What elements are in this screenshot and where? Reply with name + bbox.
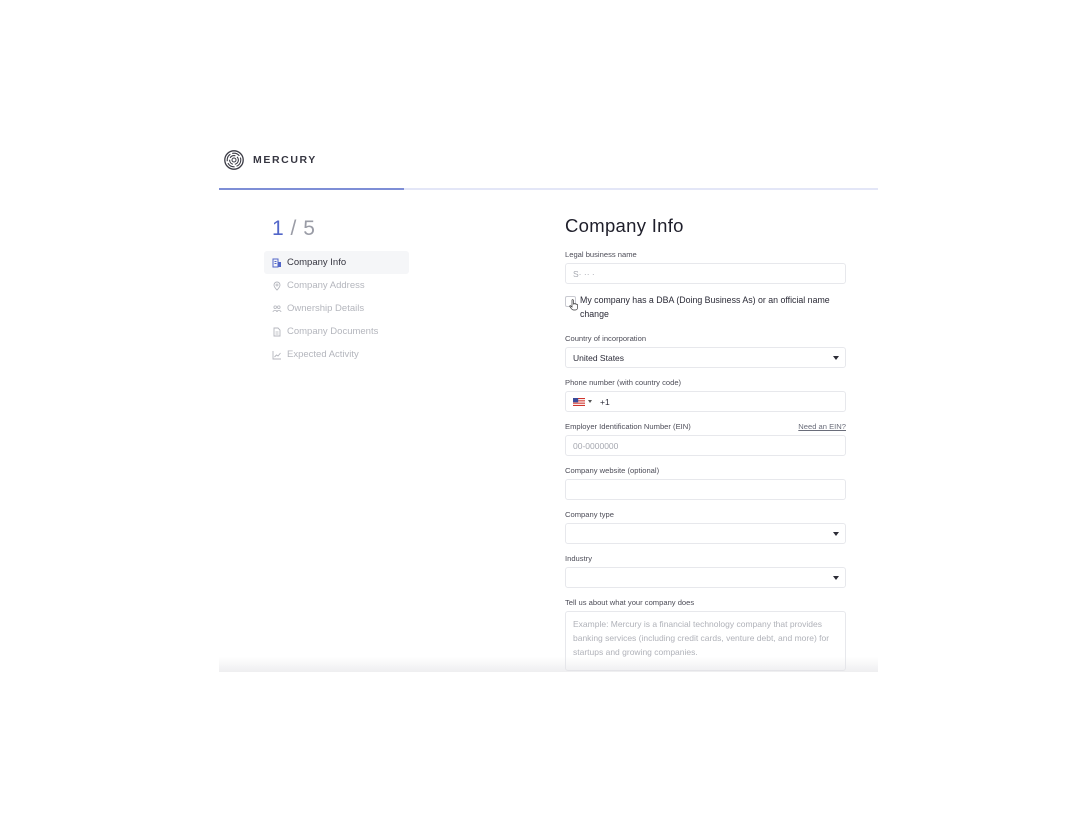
description-placeholder: Example: Mercury is a financial technolo… bbox=[573, 619, 830, 657]
legal-name-input[interactable]: S· ·· · bbox=[565, 263, 846, 284]
mercury-maze-logo-icon bbox=[224, 150, 244, 170]
ein-input[interactable]: 00-0000000 bbox=[565, 435, 846, 456]
hand-cursor-icon bbox=[569, 299, 578, 311]
step-label: Ownership Details bbox=[287, 303, 365, 314]
company-info-form: Company Info Legal business name S· ·· ·… bbox=[565, 215, 846, 671]
phone-code: +1 bbox=[600, 396, 610, 407]
dba-checkbox[interactable] bbox=[565, 296, 578, 311]
website-label: Company website (optional) bbox=[565, 466, 660, 475]
step-list: Company Info Company Address Ownership D… bbox=[264, 251, 409, 366]
chevron-down-icon bbox=[833, 356, 839, 360]
country-label: Country of incorporation bbox=[565, 334, 647, 343]
step-label: Company Address bbox=[287, 280, 365, 291]
location-pin-icon bbox=[272, 281, 282, 291]
people-icon bbox=[272, 304, 282, 314]
phone-input[interactable]: +1 bbox=[565, 391, 846, 412]
page-title: Company Info bbox=[565, 215, 684, 236]
step-sidebar: 1 / 5 Company Info Company Address Owner… bbox=[264, 217, 409, 366]
phone-label: Phone number (with country code) bbox=[565, 378, 682, 387]
step-label: Expected Activity bbox=[287, 349, 359, 360]
progress-bar bbox=[219, 188, 878, 190]
step-counter-total: / 5 bbox=[290, 217, 316, 240]
us-flag-icon[interactable] bbox=[573, 397, 585, 406]
country-select[interactable]: United States bbox=[565, 347, 846, 368]
chevron-down-icon bbox=[833, 576, 839, 580]
industry-label: Industry bbox=[565, 554, 593, 563]
step-company-info[interactable]: Company Info bbox=[264, 251, 409, 274]
country-code-caret-icon[interactable] bbox=[588, 400, 592, 403]
step-ownership-details[interactable]: Ownership Details bbox=[264, 297, 409, 320]
step-company-address[interactable]: Company Address bbox=[264, 274, 409, 297]
brand-name: MERCURY bbox=[253, 154, 317, 166]
industry-select[interactable] bbox=[565, 567, 846, 588]
document-icon bbox=[272, 327, 282, 337]
building-icon bbox=[272, 258, 282, 268]
legal-name-label: Legal business name bbox=[565, 250, 637, 259]
dba-checkbox-label: My company has a DBA (Doing Business As)… bbox=[580, 295, 830, 319]
step-counter: 1 / 5 bbox=[272, 217, 409, 241]
company-type-label: Company type bbox=[565, 510, 614, 519]
bottom-fade bbox=[219, 657, 878, 672]
brand: MERCURY bbox=[224, 150, 317, 170]
chart-icon bbox=[272, 350, 282, 360]
description-label: Tell us about what your company does bbox=[565, 598, 695, 607]
need-ein-link[interactable]: Need an EIN? bbox=[798, 422, 846, 431]
ein-label: Employer Identification Number (EIN) bbox=[565, 422, 691, 431]
step-company-documents[interactable]: Company Documents bbox=[264, 320, 409, 343]
ein-label-row: Employer Identification Number (EIN) Nee… bbox=[565, 422, 846, 431]
dba-checkbox-row: My company has a DBA (Doing Business As)… bbox=[565, 293, 846, 321]
progress-fill bbox=[219, 188, 404, 190]
website-input[interactable] bbox=[565, 479, 846, 500]
legal-name-value: S· ·· · bbox=[573, 268, 595, 279]
onboarding-app: MERCURY 1 / 5 Company Info Company Addre… bbox=[219, 137, 878, 672]
step-counter-current: 1 bbox=[272, 217, 285, 240]
company-type-select[interactable] bbox=[565, 523, 846, 544]
step-label: Company Documents bbox=[287, 326, 379, 337]
chevron-down-icon bbox=[833, 532, 839, 536]
country-value: United States bbox=[573, 352, 625, 363]
step-label: Company Info bbox=[287, 257, 347, 268]
step-expected-activity[interactable]: Expected Activity bbox=[264, 343, 409, 366]
ein-placeholder: 00-0000000 bbox=[573, 440, 619, 451]
